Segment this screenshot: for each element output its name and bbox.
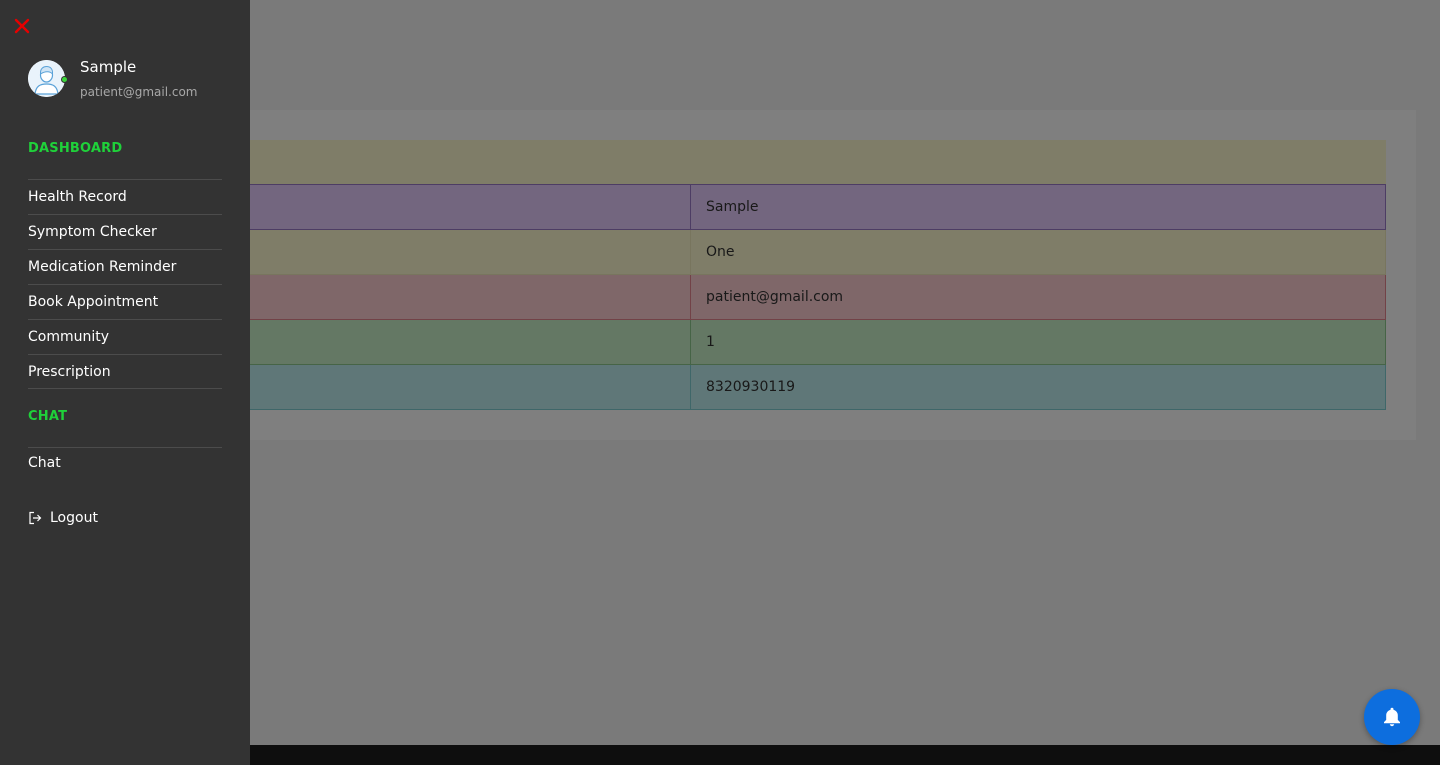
sidebar-item-medication-reminder[interactable]: Medication Reminder bbox=[28, 249, 222, 284]
sidebar: Sample patient@gmail.com DASHBOARD Healt… bbox=[0, 0, 250, 765]
logout-button[interactable]: Logout bbox=[28, 510, 98, 526]
sidebar-item-prescription[interactable]: Prescription bbox=[28, 354, 222, 389]
sidebar-item-chat[interactable]: Chat bbox=[28, 455, 61, 471]
logout-label: Logout bbox=[50, 510, 98, 526]
profile-name: Sample bbox=[80, 58, 137, 76]
section-label-chat: CHAT bbox=[28, 409, 68, 424]
profile-email: patient@gmail.com bbox=[80, 85, 198, 99]
bell-icon bbox=[1384, 707, 1400, 727]
notification-button[interactable] bbox=[1364, 689, 1420, 745]
sidebar-nav: Health Record Symptom Checker Medication… bbox=[28, 179, 222, 389]
divider bbox=[28, 447, 222, 448]
sidebar-item-book-appointment[interactable]: Book Appointment bbox=[28, 284, 222, 319]
user-profile: Sample patient@gmail.com bbox=[28, 58, 228, 102]
user-avatar-icon bbox=[28, 60, 65, 97]
online-status-dot bbox=[61, 76, 68, 83]
sidebar-item-health-record[interactable]: Health Record bbox=[28, 179, 222, 214]
close-icon bbox=[14, 18, 30, 34]
sidebar-item-community[interactable]: Community bbox=[28, 319, 222, 354]
sidebar-item-symptom-checker[interactable]: Symptom Checker bbox=[28, 214, 222, 249]
close-sidebar-button[interactable] bbox=[12, 16, 32, 36]
logout-icon bbox=[28, 511, 42, 525]
section-label-dashboard[interactable]: DASHBOARD bbox=[28, 141, 122, 156]
